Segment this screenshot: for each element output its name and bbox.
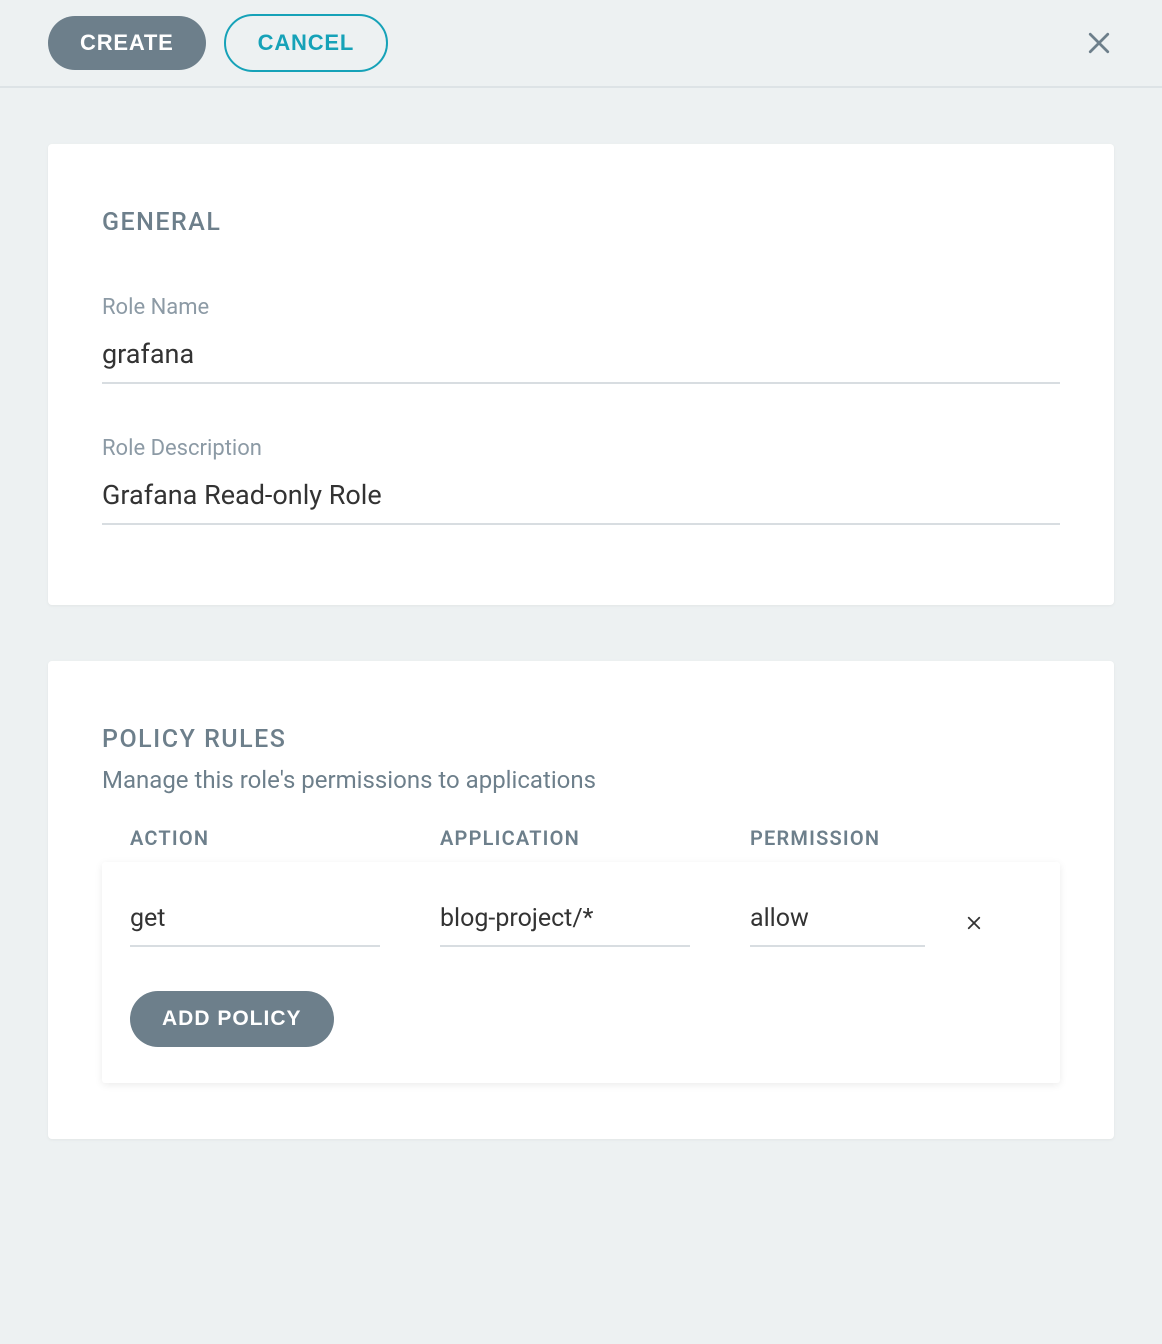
policy-application-input[interactable]: [440, 898, 690, 947]
general-title: GENERAL: [102, 208, 1060, 237]
policy-body: ADD POLICY: [102, 862, 1060, 1083]
role-name-input[interactable]: [102, 330, 1060, 384]
col-header-application: APPLICATION: [440, 826, 750, 850]
policy-title: POLICY RULES: [102, 725, 1060, 754]
cancel-button[interactable]: CANCEL: [224, 14, 388, 72]
header-bar: CREATE CANCEL: [0, 0, 1162, 88]
policy-row: [130, 898, 1032, 947]
role-desc-label: Role Description: [102, 436, 1060, 461]
col-header-permission: PERMISSION: [750, 826, 950, 850]
add-policy-button[interactable]: ADD POLICY: [130, 991, 334, 1047]
role-name-label: Role Name: [102, 295, 1060, 320]
close-icon[interactable]: [1084, 28, 1114, 58]
policy-subtitle: Manage this role's permissions to applic…: [102, 766, 1060, 794]
content-area: GENERAL Role Name Role Description POLIC…: [0, 88, 1162, 1195]
policy-action-input[interactable]: [130, 898, 380, 947]
policy-permission-input[interactable]: [750, 898, 925, 947]
remove-policy-icon[interactable]: [965, 914, 983, 932]
policy-header-row: ACTION APPLICATION PERMISSION: [102, 826, 1060, 850]
role-desc-field: Role Description: [102, 436, 1060, 525]
create-button[interactable]: CREATE: [48, 16, 206, 70]
role-desc-input[interactable]: [102, 471, 1060, 525]
col-header-action: ACTION: [130, 826, 440, 850]
policy-card: POLICY RULES Manage this role's permissi…: [48, 661, 1114, 1139]
general-card: GENERAL Role Name Role Description: [48, 144, 1114, 605]
role-name-field: Role Name: [102, 295, 1060, 384]
